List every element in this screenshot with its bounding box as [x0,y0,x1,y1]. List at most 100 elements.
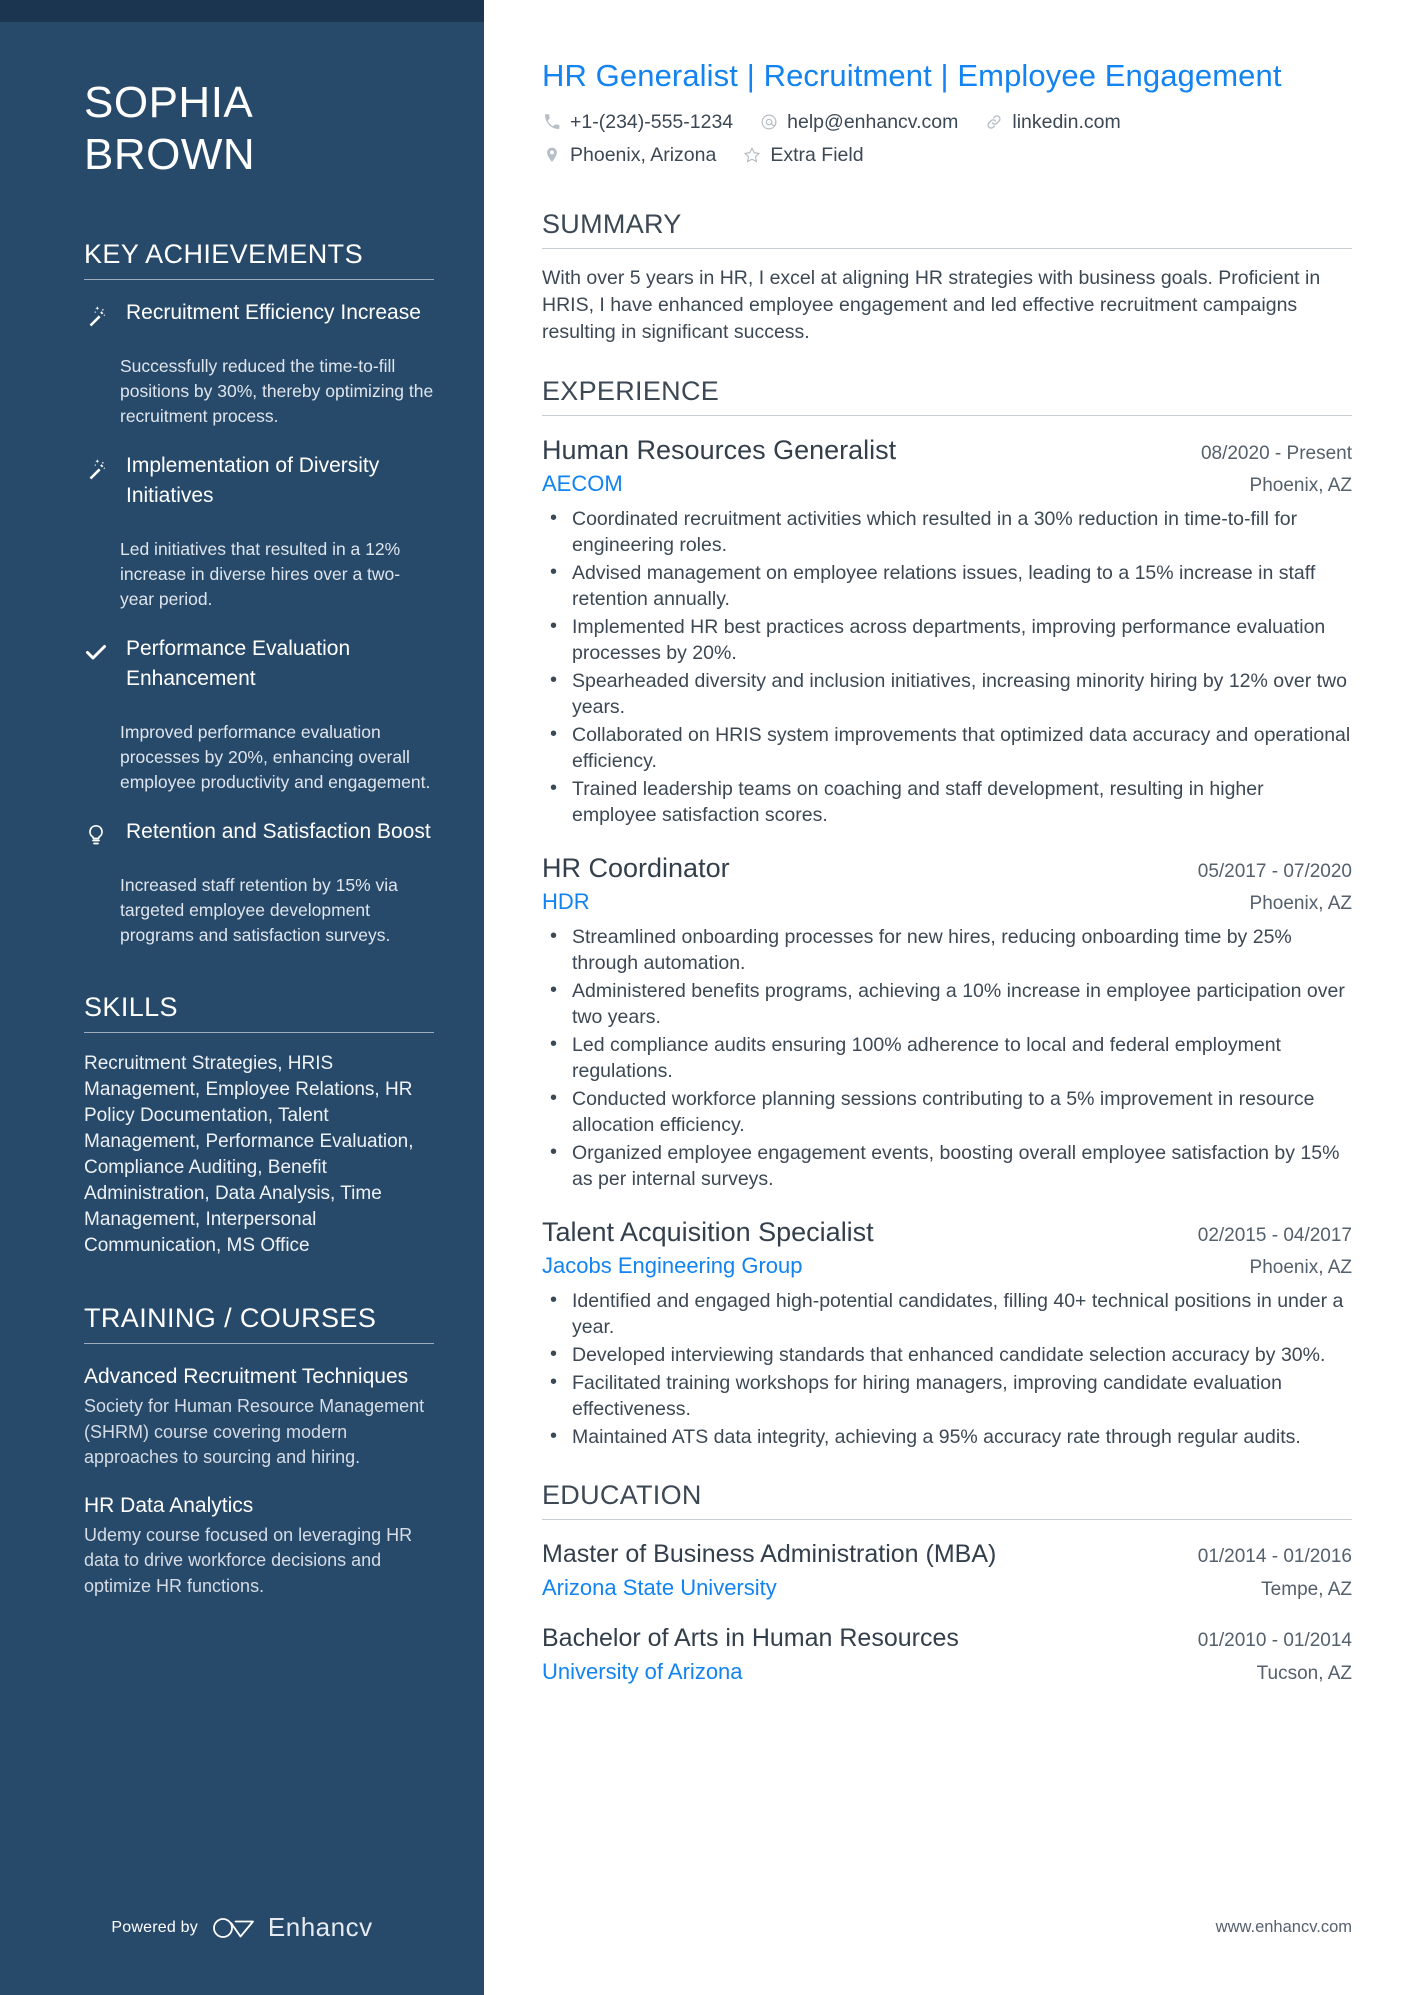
experience-item: Talent Acquisition Specialist 02/2015 - … [542,1214,1352,1450]
contact-linkedin-value: linkedin.com [1012,111,1121,133]
lightbulb-icon [84,817,110,851]
contact-extra-field: Extra Field [742,141,864,169]
first-name: SOPHIA [84,78,254,127]
education-item: Master of Business Administration (MBA) … [542,1536,1352,1604]
enhancv-mark-icon [213,1917,254,1938]
job-bullet: Coordinated recruitment activities which… [548,505,1352,558]
course-description: Society for Human Resource Management (S… [84,1396,425,1467]
job-location: Phoenix, AZ [1249,475,1352,496]
skills-section: SKILLS Recruitment Strategies, HRIS Mana… [84,992,434,1259]
email-icon [759,113,778,132]
achievement-description: Increased staff retention by 15% via tar… [120,875,398,945]
education-school[interactable]: Arizona State University [542,1572,777,1604]
section-divider [84,1343,434,1344]
sidebar-footer: Powered by Enhancv [0,1912,484,1943]
headline-part-3: Employee Engagement [957,58,1282,93]
job-bullet: Streamlined onboarding processes for new… [548,923,1352,976]
education-dates: 01/2014 - 01/2016 [1197,1546,1352,1567]
job-bullet-list: Coordinated recruitment activities which… [542,505,1352,828]
contact-details: +1-(234)-555-1234 help@enhancv.com linke… [542,108,1352,169]
summary-text: With over 5 years in HR, I excel at alig… [542,267,1321,343]
powered-by-label: Powered by [111,1918,198,1936]
section-divider [84,1032,434,1033]
experience-section: EXPERIENCE Human Resources Generalist 08… [542,376,1352,1450]
last-name: BROWN [84,130,256,179]
star-icon [742,146,761,165]
key-achievements-section: KEY ACHIEVEMENTS Recruitment Efficiency … [84,239,434,948]
link-icon [984,113,1003,132]
job-bullet: Spearheaded diversity and inclusion init… [548,667,1352,720]
job-bullet: Led compliance audits ensuring 100% adhe… [548,1031,1352,1084]
job-bullet: Administered benefits programs, achievin… [548,977,1352,1030]
job-dates: 05/2017 - 07/2020 [1197,861,1352,882]
footer-url[interactable]: www.enhancv.com [1216,1918,1352,1937]
summary-title: SUMMARY [542,209,682,239]
education-title: EDUCATION [542,1480,702,1510]
headline-separator: | [746,58,755,93]
achievement-title: Performance Evaluation Enhancement [126,637,351,690]
education-dates: 01/2010 - 01/2014 [1197,1630,1352,1651]
candidate-name: SOPHIA BROWN [84,77,434,181]
skills-title: SKILLS [84,992,178,1022]
course-item: Advanced Recruitment Techniques Society … [84,1362,434,1471]
job-title: HR Coordinator [542,853,730,883]
course-item: HR Data Analytics Udemy course focused o… [84,1491,434,1600]
contact-phone-value: +1-(234)-555-1234 [570,111,734,133]
headline-part-1: HR Generalist [542,58,738,93]
sidebar-top-accent-bar [0,0,484,22]
achievement-item: Recruitment Efficiency Increase [84,298,434,332]
course-title: Advanced Recruitment Techniques [84,1365,409,1388]
achievement-item: Retention and Satisfaction Boost [84,817,434,851]
training-courses-section: TRAINING / COURSES Advanced Recruitment … [84,1303,434,1599]
job-bullet: Collaborated on HRIS system improvements… [548,721,1352,774]
training-courses-title: TRAINING / COURSES [84,1303,377,1333]
location-pin-icon [542,146,561,165]
contact-row-primary: +1-(234)-555-1234 help@enhancv.com linke… [542,108,1352,136]
achievement-description: Led initiatives that resulted in a 12% i… [120,539,401,609]
course-description: Udemy course focused on leveraging HR da… [84,1524,413,1596]
education-section: EDUCATION Master of Business Administrat… [542,1480,1352,1688]
education-item: Bachelor of Arts in Human Resources 01/2… [542,1620,1352,1688]
sidebar: SOPHIA BROWN KEY ACHIEVEMENTS Recruitmen… [0,0,484,1995]
job-title: Human Resources Generalist [542,435,897,465]
section-divider [542,248,1352,249]
education-school[interactable]: University of Arizona [542,1656,743,1688]
enhancv-wordmark: Enhancv [267,1912,373,1942]
job-bullet-list: Streamlined onboarding processes for new… [542,923,1352,1192]
contact-location: Phoenix, Arizona [542,141,716,169]
achievement-title: Implementation of Diversity Initiatives [126,454,380,507]
achievement-title: Recruitment Efficiency Increase [126,301,421,324]
contact-linkedin[interactable]: linkedin.com [984,108,1121,136]
achievement-title: Retention and Satisfaction Boost [126,820,431,843]
job-company[interactable]: Jacobs Engineering Group [542,1250,803,1282]
job-bullet: Developed interviewing standards that en… [548,1341,1352,1368]
job-bullet: Identified and engaged high-potential ca… [548,1287,1352,1340]
magic-wand-icon [84,298,110,332]
contact-email[interactable]: help@enhancv.com [759,108,958,136]
job-company[interactable]: AECOM [542,468,623,500]
job-bullet: Advised management on employee relations… [548,559,1352,612]
job-location: Phoenix, AZ [1249,893,1352,914]
experience-item: HR Coordinator 05/2017 - 07/2020 HDR Pho… [542,850,1352,1192]
job-bullet: Implemented HR best practices across dep… [548,613,1352,666]
check-icon [84,634,110,698]
headline-part-2: Recruitment [763,58,932,93]
achievement-description: Successfully reduced the time-to-fill po… [120,356,434,426]
enhancv-logo: Enhancv [212,1912,373,1943]
section-divider [84,279,434,280]
job-company[interactable]: HDR [542,886,590,918]
course-title: HR Data Analytics [84,1493,254,1517]
headline-separator: | [940,58,949,93]
contact-email-value: help@enhancv.com [787,111,959,133]
job-bullet: Organized employee engagement events, bo… [548,1139,1352,1192]
phone-icon [542,113,561,132]
skills-list: Recruitment Strategies, HRIS Management,… [84,1053,414,1256]
job-dates: 02/2015 - 04/2017 [1197,1225,1352,1246]
key-achievements-title: KEY ACHIEVEMENTS [84,239,363,269]
job-bullet: Conducted workforce planning sessions co… [548,1085,1352,1138]
section-divider [542,415,1352,416]
education-degree: Bachelor of Arts in Human Resources [542,1624,959,1652]
education-location: Tempe, AZ [1261,1579,1352,1600]
professional-headline: HR Generalist | Recruitment | Employee E… [542,56,1352,96]
contact-phone[interactable]: +1-(234)-555-1234 [542,108,733,136]
